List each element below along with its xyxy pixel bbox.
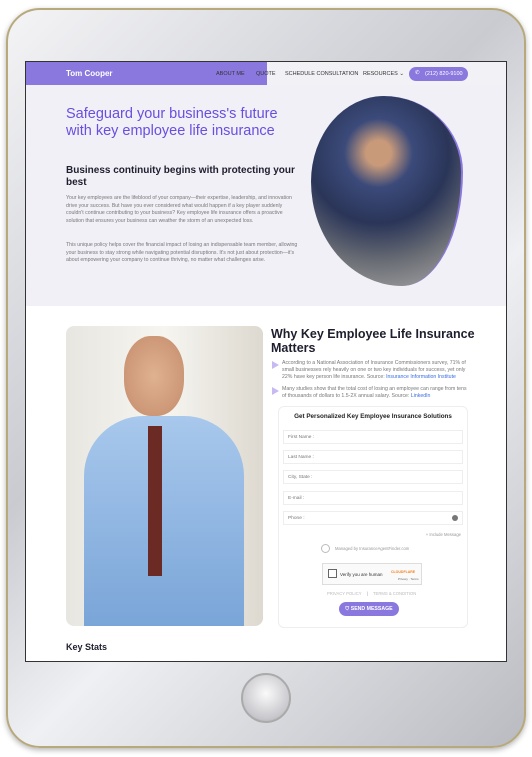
home-button[interactable] <box>241 673 291 723</box>
nav-about[interactable]: ABOUT ME <box>216 71 245 77</box>
phone-button[interactable]: ✆ (212) 820-9100 <box>409 67 468 81</box>
nav-resources[interactable]: RESOURCES ⌄ <box>363 71 404 77</box>
send-message-button[interactable]: ⛉ SEND MESSAGE <box>339 602 399 616</box>
include-message-link[interactable]: + Include Message <box>426 532 461 537</box>
first-name-input[interactable]: First Name : <box>283 430 463 444</box>
navbar: Tom Cooper ABOUT ME QUOTE SCHEDULE CONSU… <box>26 62 506 85</box>
form-title: Get Personalized Key Employee Insurance … <box>294 413 452 420</box>
source-link-linkedin[interactable]: LinkedIn <box>411 393 431 399</box>
chevron-down-icon: ⌄ <box>399 71 404 77</box>
nav-schedule[interactable]: SCHEDULE CONSULTATION <box>285 71 358 77</box>
source-link-iii[interactable]: Insurance Information Institute <box>386 374 456 380</box>
stat-bullet-2: Many studies show that the total cost of… <box>272 386 472 400</box>
privacy-policy-link[interactable]: PRIVACY POLICY <box>327 591 362 596</box>
last-name-input[interactable]: Last Name : <box>283 450 463 464</box>
why-title: Why Key Employee Life Insurance Matters <box>271 327 475 355</box>
phone-input[interactable]: Phone : <box>283 511 463 525</box>
captcha-widget: Verify you are human CLOUDFLARE Privacy … <box>322 563 422 585</box>
captcha-checkbox[interactable] <box>328 569 337 578</box>
stat-bullet-1: According to a National Association of I… <box>272 360 472 382</box>
hero-paragraph-1: Your key employees are the lifeblood of … <box>66 195 292 224</box>
brand-logo[interactable]: Tom Cooper <box>66 69 113 78</box>
cloudflare-logo: CLOUDFLARE <box>391 570 416 574</box>
info-icon <box>452 515 458 521</box>
key-stats-heading: Key Stats <box>66 642 108 652</box>
nav-quote[interactable]: QUOTE <box>256 71 276 77</box>
phone-icon: ✆ <box>415 70 420 76</box>
terms-link[interactable]: TERMS & CONDITION <box>373 591 416 596</box>
city-state-input[interactable]: City, State : <box>283 470 463 484</box>
shield-icon <box>321 544 330 553</box>
hero-title: Safeguard your business's future with ke… <box>66 106 278 139</box>
hero-paragraph-2: This unique policy helps cover the finan… <box>66 242 298 264</box>
screen: Tom Cooper ABOUT ME QUOTE SCHEDULE CONSU… <box>25 61 507 662</box>
hero-subtitle: Business continuity begins with protecti… <box>66 165 295 188</box>
managed-by-text: Managed by InsuranceAgentFinder.com <box>335 546 410 551</box>
businessman-image <box>66 326 263 626</box>
contact-form: Get Personalized Key Employee Insurance … <box>278 406 468 628</box>
email-input[interactable]: E-mail : <box>283 491 463 505</box>
